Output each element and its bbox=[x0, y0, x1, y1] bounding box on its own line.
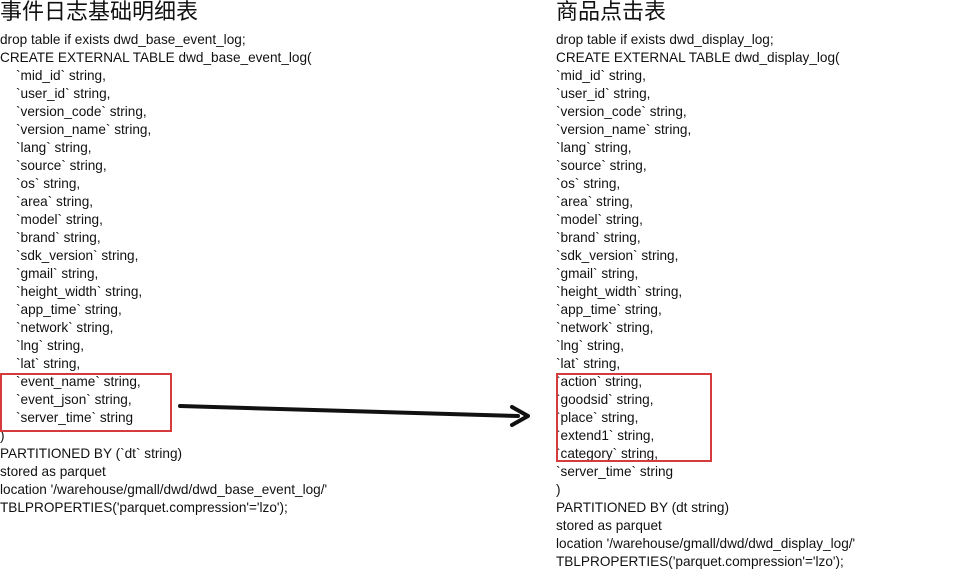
left-code-line: `lat` string, bbox=[16, 356, 81, 371]
left-code-line: `brand` string, bbox=[16, 230, 101, 245]
right-code-line: `version_code` string, bbox=[556, 104, 687, 119]
left-code-line: `user_id` string, bbox=[16, 86, 111, 101]
right-code-line: `user_id` string, bbox=[556, 86, 651, 101]
right-code-line: `gmail` string, bbox=[556, 266, 639, 281]
right-code-line: TBLPROPERTIES('parquet.compression'='lzo… bbox=[556, 554, 844, 569]
right-code-line: drop table if exists dwd_display_log; bbox=[556, 32, 774, 47]
right-code-line: location '/warehouse/gmall/dwd/dwd_displ… bbox=[556, 536, 856, 551]
right-code-line: PARTITIONED BY (dt string) bbox=[556, 500, 729, 515]
right-code-line: `area` string, bbox=[556, 194, 634, 209]
right-code-line: `version_name` string, bbox=[556, 122, 692, 137]
left-code-line: `area` string, bbox=[16, 194, 94, 209]
left-code-line: `event_json` string, bbox=[16, 392, 132, 407]
right-code-line: `network` string, bbox=[556, 320, 654, 335]
left-code-block: drop table if exists dwd_base_event_log;… bbox=[0, 31, 520, 517]
left-code-line: `lng` string, bbox=[16, 338, 84, 353]
left-table-panel: 事件日志基础明细表 drop table if exists dwd_base_… bbox=[0, 0, 520, 517]
left-code-line: `source` string, bbox=[16, 158, 107, 173]
left-panel-title: 事件日志基础明细表 bbox=[0, 0, 199, 25]
left-code-line: ) bbox=[0, 428, 5, 443]
left-code-line: stored as parquet bbox=[0, 464, 106, 479]
left-code-line: `os` string, bbox=[16, 176, 81, 191]
left-code-line: `mid_id` string, bbox=[16, 68, 106, 83]
left-code-line: `gmail` string, bbox=[16, 266, 99, 281]
right-code-line: `lng` string, bbox=[556, 338, 624, 353]
left-code-line: `server_time` string bbox=[16, 410, 134, 425]
right-code-line: `goodsid` string, bbox=[556, 392, 654, 407]
right-code-line: ) bbox=[556, 482, 561, 497]
right-code-line: `brand` string, bbox=[556, 230, 641, 245]
right-code-line: stored as parquet bbox=[556, 518, 662, 533]
left-code-line: `event_name` string, bbox=[16, 374, 141, 389]
right-code-line: `lang` string, bbox=[556, 140, 632, 155]
right-code-line: `mid_id` string, bbox=[556, 68, 646, 83]
right-code-line: `place` string, bbox=[556, 410, 639, 425]
left-code-line: `model` string, bbox=[16, 212, 103, 227]
right-code-line: `action` string, bbox=[556, 374, 643, 389]
right-code-block: drop table if exists dwd_display_log; CRE… bbox=[556, 31, 976, 571]
right-code-line: `height_width` string, bbox=[556, 284, 683, 299]
left-code-line: `version_code` string, bbox=[16, 104, 147, 119]
right-code-line: CREATE EXTERNAL TABLE dwd_display_log( bbox=[556, 50, 840, 65]
left-code-line: TBLPROPERTIES('parquet.compression'='lzo… bbox=[0, 500, 288, 515]
right-code-line: `os` string, bbox=[556, 176, 621, 191]
right-table-panel: 商品点击表 drop table if exists dwd_display_l… bbox=[556, 0, 976, 571]
right-code-line: `lat` string, bbox=[556, 356, 621, 371]
right-code-line: `app_time` string, bbox=[556, 302, 662, 317]
right-code-line: `source` string, bbox=[556, 158, 647, 173]
left-code-line: `lang` string, bbox=[16, 140, 92, 155]
right-code-line: `server_time` string bbox=[556, 464, 674, 479]
left-code-line: drop table if exists dwd_base_event_log; bbox=[0, 32, 246, 47]
right-code-line: `sdk_version` string, bbox=[556, 248, 679, 263]
right-code-line: `model` string, bbox=[556, 212, 643, 227]
left-code-line: PARTITIONED BY (`dt` string) bbox=[0, 446, 183, 461]
left-code-line: location '/warehouse/gmall/dwd/dwd_base_… bbox=[0, 482, 328, 497]
right-code-line: `extend1` string, bbox=[556, 428, 655, 443]
left-code-line: CREATE EXTERNAL TABLE dwd_base_event_log… bbox=[0, 50, 312, 65]
left-code-line: `app_time` string, bbox=[16, 302, 122, 317]
left-code-line: `height_width` string, bbox=[16, 284, 143, 299]
left-code-line: `sdk_version` string, bbox=[16, 248, 139, 263]
right-code-line: `category` string, bbox=[556, 446, 658, 461]
left-code-line: `network` string, bbox=[16, 320, 114, 335]
left-code-line: `version_name` string, bbox=[16, 122, 152, 137]
right-panel-title: 商品点击表 bbox=[556, 0, 667, 25]
